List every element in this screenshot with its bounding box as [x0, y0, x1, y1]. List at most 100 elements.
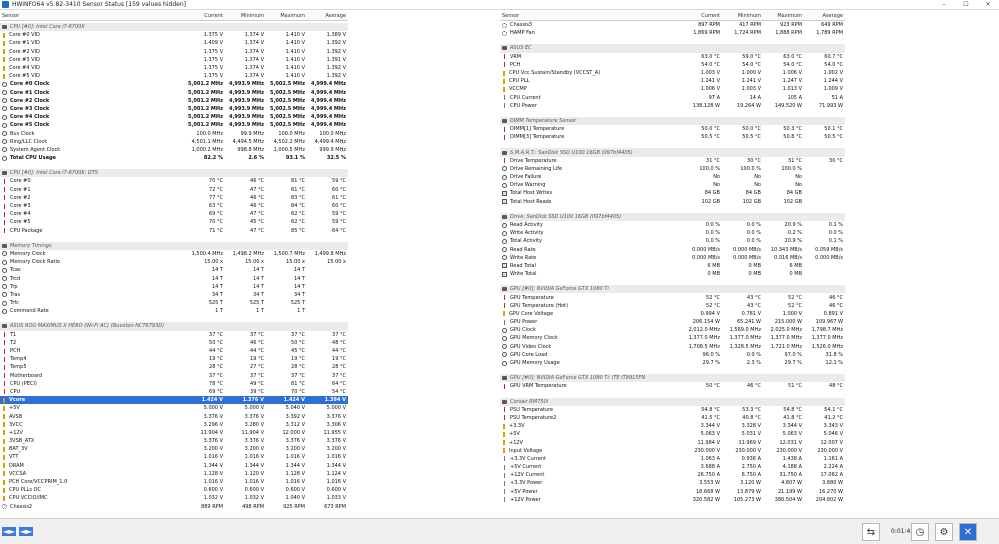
sensor-row[interactable]: GPU Memory Usage 29.7 % 2.3 % 29.7 % 12.1 % [500, 359, 845, 367]
sensor-row[interactable]: +12V 11.904 V 11.904 V 12.000 V 11.955 V [0, 429, 348, 437]
sensor-row[interactable]: Core #4 Clock 5,001.2 MHz 4,993.9 MHz 5,002… [0, 113, 348, 121]
sensor-row[interactable]: Ring/LLC Clock 4,501.1 MHz 4,494.5 MHz 4,50… [0, 138, 348, 146]
sensor-row[interactable]: Temp5 28 °C 27 °C 28 °C 28 °C [0, 363, 348, 371]
sensor-row[interactable]: Trp 14 T 14 T 14 T [0, 283, 348, 291]
sensor-row[interactable]: GPU Core Voltage 0.994 V 0.781 V 1.000 V 0.8… [500, 310, 845, 318]
sensor-row[interactable]: VTT 1.016 V 1.016 V 1.016 V 1.016 V [0, 453, 348, 461]
sensor-row[interactable]: GPU Temperature 52 °C 43 °C 52 °C 46 °C [500, 293, 845, 301]
sensor-group-header[interactable]: GPU [#0]: NVIDIA GeForce GTX 1080 Ti [500, 285, 845, 294]
sensor-group-header[interactable]: Corsair RM750i [500, 397, 845, 406]
sensor-row[interactable]: Core #2 VID 1.375 V 1.374 V 1.410 V 1.392 V [0, 48, 348, 56]
sensor-row[interactable]: Core #3 VID 1.375 V 1.374 V 1.410 V 1.391 V [0, 56, 348, 64]
column-current[interactable]: Current [184, 13, 225, 19]
sensor-row[interactable]: Motherboard 37 °C 37 °C 37 °C 37 °C [0, 372, 348, 380]
sensor-row[interactable]: PCH 54.0 °C 54.0 °C 54.0 °C 54.0 °C [500, 61, 845, 69]
sensor-row[interactable]: +5V 5.000 V 5.000 V 5.040 V 5.000 V [0, 404, 348, 412]
sensor-row[interactable]: CPU Power 138.128 W 19.264 W 149.520 W 71.99… [500, 102, 845, 110]
sensor-row[interactable]: 3VSB_ATX 3.376 V 3.376 V 3.376 V 3.376 V [0, 437, 348, 445]
network-icon[interactable]: ⇆ [862, 523, 880, 541]
nav-arrows-icon[interactable]: ◄► [19, 527, 33, 536]
column-header[interactable]: Sensor Current Minimum Maximum Average [500, 12, 845, 21]
sensor-row[interactable]: Total Host Reads 102 GB 102 GB 102 GB [500, 198, 845, 206]
minimize-button[interactable]: – [933, 0, 955, 10]
sensor-row[interactable]: HAMP Fan 1,869 RPM 1,724 RPM 1,888 RPM 1,789… [500, 29, 845, 37]
sensor-row[interactable]: CPU (PECI) 78 °C 49 °C 81 °C 64 °C [0, 380, 348, 388]
sensor-row-selected[interactable]: Vcore 1.424 V 1.376 V 1.424 V 1.394 V [0, 396, 348, 405]
sensor-row[interactable]: Chassis2 889 RPM 498 RPM 925 RPM 673 RPM [0, 503, 348, 511]
sensor-row[interactable]: DIMM[1] Temperature 50.0 °C 50.0 °C 50.3 °C… [500, 125, 845, 133]
sensor-row[interactable]: DIMM[3] Temperature 50.5 °C 50.5 °C 50.8 °C… [500, 133, 845, 141]
sensor-row[interactable]: System Agent Clock 1,000.2 MHz 998.8 MHz 1,… [0, 146, 348, 154]
close-button[interactable]: ✕ [977, 0, 999, 10]
sensor-row[interactable]: Drive Temperature 31 °C 30 °C 31 °C 30 °C [500, 157, 845, 165]
sensor-row[interactable]: Drive Warning No No No [500, 181, 845, 189]
sensor-row[interactable]: T1 37 °C 37 °C 37 °C 37 °C [0, 331, 348, 339]
sensor-row[interactable]: Core #0 70 °C 46 °C 81 °C 59 °C [0, 177, 348, 185]
sensor-row[interactable]: Tras 34 T 34 T 34 T [0, 291, 348, 299]
sensor-row[interactable]: Temp4 19 °C 19 °C 19 °C 19 °C [0, 355, 348, 363]
sensor-row[interactable]: Command Rate 1 T 1 T 1 T [0, 307, 348, 315]
sensor-row[interactable]: +5V Power 18.668 W 13.879 W 21.199 W 16.270 … [500, 488, 845, 496]
column-current[interactable]: Current [681, 13, 722, 19]
sensor-row[interactable]: +12V Current 26.750 A 8.750 A 31.750 A 17.06… [500, 471, 845, 479]
sensor-row[interactable]: PSU Temperature 54.8 °C 53.3 °C 54.8 °C 54.1… [500, 406, 845, 414]
sensor-row[interactable]: CPU VCCIO/IMC 1.032 V 1.032 V 1.040 V 1.033 … [0, 494, 348, 502]
column-maximum[interactable]: Maximum [266, 13, 307, 19]
sensor-row[interactable]: CPU Current 97 A 14 A 105 A 51 A [500, 94, 845, 102]
sensor-row[interactable]: Total Activity 0.0 % 0.0 % 20.9 % 0.1 % [500, 237, 845, 245]
column-average[interactable]: Average [307, 13, 348, 19]
sensor-row[interactable]: DRAM 1.344 V 1.344 V 1.344 V 1.344 V [0, 462, 348, 470]
sensor-row[interactable]: CPU PLLs OC 0.600 V 0.600 V 0.600 V 0.600 V [0, 486, 348, 494]
sensor-row[interactable]: Total Host Writes 84 GB 84 GB 84 GB [500, 189, 845, 197]
column-maximum[interactable]: Maximum [763, 13, 804, 19]
sensor-row[interactable]: Core #3 63 °C 46 °C 84 °C 60 °C [0, 202, 348, 210]
nav-arrows-icon[interactable]: ◄► [2, 527, 16, 536]
sensor-row[interactable]: Core #1 Clock 5,001.2 MHz 4,993.9 MHz 5,002… [0, 89, 348, 97]
sensor-row[interactable]: GPU Memory Clock 1,377.0 MHz 1,377.0 MHz 1,… [500, 334, 845, 342]
sensor-row[interactable]: Core #0 VID 1.375 V 1.374 V 1.410 V 1.389 V [0, 31, 348, 39]
column-header[interactable]: Sensor Current Minimum Maximum Average [0, 12, 348, 21]
sensor-row[interactable]: +5V 5.063 V 5.031 V 5.063 V 5.046 V [500, 430, 845, 438]
sensor-row[interactable]: Write Activity 0.0 % 0.0 % 0.2 % 0.0 % [500, 229, 845, 237]
sensor-row[interactable]: Core #1 72 °C 47 °C 81 °C 60 °C [0, 186, 348, 194]
sensor-row[interactable]: Core #4 VID 1.375 V 1.374 V 1.410 V 1.392 V [0, 64, 348, 72]
sensor-row[interactable]: Core #4 69 °C 47 °C 82 °C 59 °C [0, 210, 348, 218]
sensor-row[interactable]: GPU Video Clock 1,708.5 MHz 1,328.5 MHz 1,7… [500, 343, 845, 351]
sensor-row[interactable]: 3VCC 3.296 V 3.280 V 3.312 V 3.306 V [0, 421, 348, 429]
sensor-row[interactable]: CPU 69 °C 39 °C 70 °C 54 °C [0, 388, 348, 396]
sensor-row[interactable]: CPU Package 71 °C 47 °C 85 °C 64 °C [0, 227, 348, 235]
sensor-row[interactable]: PCH Core/VCCPRIM_1.0 1.016 V 1.016 V 1.016 … [0, 478, 348, 486]
sensor-row[interactable]: Memory Clock Ratio 15.00 x 15.00 x 15.00 x 1… [0, 258, 348, 266]
sensor-row[interactable]: Read Total 6 MB 0 MB 6 MB [500, 262, 845, 270]
sensor-group-header[interactable]: Memory Timings [0, 241, 348, 250]
sensor-row[interactable]: Core #5 VID 1.375 V 1.374 V 1.410 V 1.392 V [0, 72, 348, 80]
sensor-group-header[interactable]: DIMM Temperature Sensor [500, 116, 845, 126]
sensor-row[interactable]: VCCSA 1.128 V 1.120 V 1.128 V 1.124 V [0, 470, 348, 478]
clock-icon[interactable]: ◷ [911, 523, 929, 541]
sensor-row[interactable]: Total CPU Usage 82.2 % 2.6 % 93.1 % 32.5 % [0, 154, 348, 162]
sensor-row[interactable]: Core #5 Clock 5,001.2 MHz 4,993.9 MHz 5,002… [0, 121, 348, 129]
sensor-row[interactable]: Core #5 70 °C 45 °C 82 °C 59 °C [0, 218, 348, 226]
sensor-row[interactable]: Core #2 Clock 5,001.2 MHz 4,993.9 MHz 5,002… [0, 97, 348, 105]
sensor-group-header[interactable]: S.M.A.R.T.: SanDisk SSD U100 16GB (097bf… [500, 148, 845, 157]
close-icon[interactable]: ✕ [959, 523, 977, 541]
sensor-row[interactable]: Core #0 Clock 5,001.2 MHz 4,993.9 MHz 5,002… [0, 80, 348, 88]
sensor-row[interactable]: +12V Power 320.582 W 105.273 W 380.504 W 204… [500, 496, 845, 504]
sensor-row[interactable]: Read Activity 0.0 % 0.0 % 20.9 % 0.1 % [500, 221, 845, 229]
column-minimum[interactable]: Minimum [225, 13, 266, 19]
sensor-group-header[interactable]: Drive: SanDisk SSD U100 16GB (097bf4405) [500, 212, 845, 221]
sensor-row[interactable]: VCCMP 1.006 V 1.003 V 1.013 V 1.009 V [500, 85, 845, 93]
sensor-row[interactable]: GPU VRM Temperature 50 °C 46 °C 51 °C 48 °C [500, 382, 845, 390]
column-minimum[interactable]: Minimum [722, 13, 763, 19]
column-average[interactable]: Average [804, 13, 845, 19]
sensor-group-header[interactable]: CPU [#0]: Intel Core i7-8700K [0, 23, 348, 32]
sensor-row[interactable]: Core #3 Clock 5,001.2 MHz 4,993.9 MHz 5,002… [0, 105, 348, 113]
sensor-group-header[interactable]: ASUS ROG MAXIMUS X HERO (Wi-Fi AC) (Nuvo… [0, 322, 348, 331]
sensor-pane-right[interactable]: Sensor Current Minimum Maximum Average C… [500, 12, 845, 516]
sensor-row[interactable]: PSU Temperature2 41.5 °C 40.8 °C 41.8 °C 41.… [500, 414, 845, 422]
sensor-row[interactable]: PCH 44 °C 44 °C 45 °C 44 °C [0, 347, 348, 355]
sensor-row[interactable]: GPU Clock 2,012.0 MHz 1,569.0 MHz 2,025.0 M… [500, 326, 845, 334]
sensor-row[interactable]: +12V 11.984 V 11.969 V 12.031 V 12.007 V [500, 438, 845, 446]
sensor-row[interactable]: VRM 63.0 °C 59.0 °C 63.0 °C 60.7 °C [500, 53, 845, 61]
sensor-group-header[interactable]: ASUS EC [500, 44, 845, 53]
